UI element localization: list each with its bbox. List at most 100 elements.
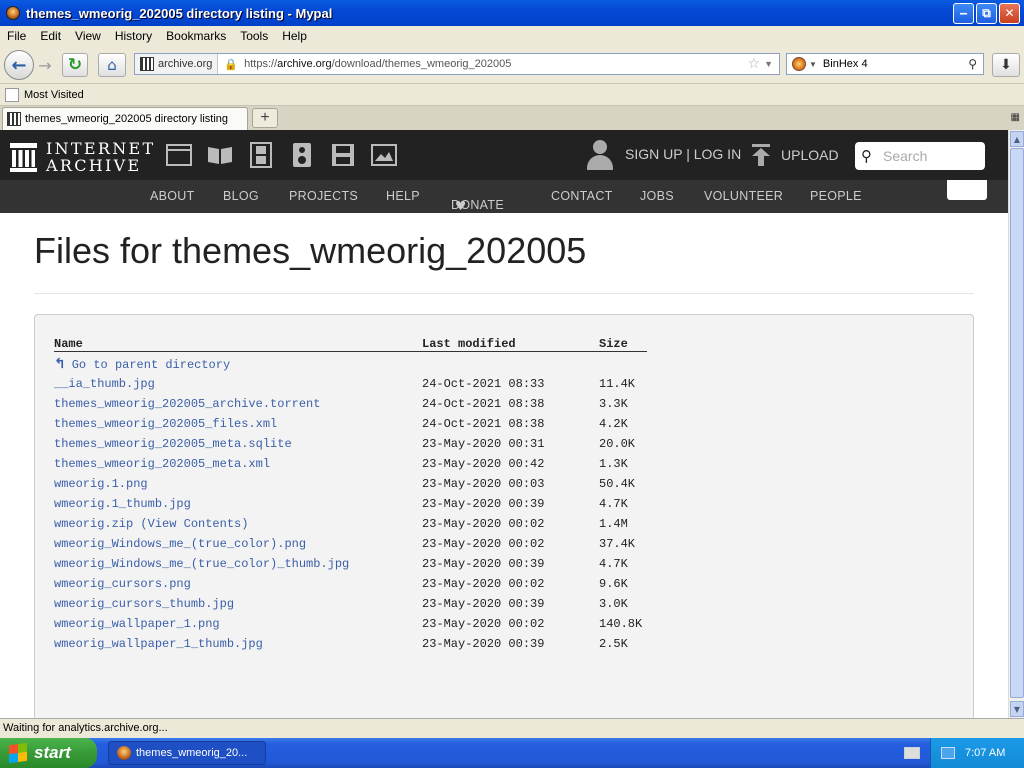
signup-login-link[interactable]: SIGN UP | LOG IN: [625, 146, 741, 162]
file-link[interactable]: wmeorig.1_thumb.jpg: [54, 497, 191, 511]
search-icon[interactable]: ⚲: [968, 57, 977, 71]
menu-view[interactable]: View: [68, 29, 108, 43]
avatar-icon[interactable]: [586, 138, 614, 170]
nav-blog[interactable]: BLOG: [223, 189, 259, 203]
table-row: wmeorig_cursors.png 23-May-2020 00:02 9.6K: [54, 574, 647, 594]
ia-search-input[interactable]: Search: [883, 148, 927, 164]
menu-tools[interactable]: Tools: [233, 29, 275, 43]
search-engine-dropdown-icon[interactable]: ▼: [809, 60, 817, 69]
home-button[interactable]: ⌂: [98, 53, 126, 77]
table-row: wmeorig_cursors_thumb.jpg 23-May-2020 00:…: [54, 594, 647, 614]
search-input[interactable]: BinHex 4: [823, 58, 968, 70]
file-size-cell: 3.0K: [599, 597, 628, 611]
nav-jobs[interactable]: JOBS: [640, 189, 674, 203]
images-icon[interactable]: [371, 142, 397, 168]
table-row: themes_wmeorig_202005_archive.torrent 24-…: [54, 394, 647, 414]
close-button[interactable]: ✕: [999, 2, 1020, 24]
vertical-scrollbar[interactable]: ▲ ▼: [1008, 130, 1024, 718]
table-row: wmeorig_Windows_me_(true_color).png 23-Ma…: [54, 534, 647, 554]
archive-favicon-icon: [140, 57, 154, 71]
bookmark-star-icon[interactable]: ☆: [748, 56, 761, 72]
file-link[interactable]: themes_wmeorig_202005_files.xml: [54, 417, 277, 431]
video-icon[interactable]: [248, 142, 274, 168]
texts-icon[interactable]: [207, 142, 233, 168]
menu-history[interactable]: History: [108, 29, 159, 43]
back-button[interactable]: ←: [4, 50, 34, 80]
ia-top-bar: INTERNET ARCHIVE SIGN UP | LOG IN UPLOAD…: [0, 130, 1008, 180]
keyboard-layout-icon[interactable]: [904, 747, 920, 759]
start-button[interactable]: start: [0, 738, 97, 768]
search-bar[interactable]: ▼ BinHex 4 ⚲: [786, 53, 984, 75]
table-row: themes_wmeorig_202005_meta.sqlite 23-May-…: [54, 434, 647, 454]
file-name-cell: __ia_thumb.jpg: [54, 374, 422, 394]
file-name-cell: wmeorig_Windows_me_(true_color)_thumb.jp…: [54, 554, 422, 574]
file-link[interactable]: wmeorig_Windows_me_(true_color)_thumb.jp…: [54, 557, 349, 571]
tab-directory-listing[interactable]: themes_wmeorig_202005 directory listing: [2, 107, 248, 130]
address-bar[interactable]: archive.org 🔒 https://archive.org/downlo…: [134, 53, 780, 75]
url-text[interactable]: https://archive.org/download/themes_wmeo…: [244, 58, 747, 70]
maximize-button[interactable]: ⧉: [976, 2, 997, 24]
parent-directory-link[interactable]: ↰ Go to parent directory: [54, 356, 230, 372]
file-link[interactable]: wmeorig_cursors_thumb.jpg: [54, 597, 234, 611]
file-link[interactable]: __ia_thumb.jpg: [54, 377, 155, 391]
file-link[interactable]: wmeorig_wallpaper_1.png: [54, 617, 220, 631]
file-size-cell: 2.5K: [599, 637, 628, 651]
web-icon[interactable]: [166, 142, 192, 168]
forward-button[interactable]: →: [34, 55, 56, 75]
most-visited-bookmark[interactable]: Most Visited: [24, 89, 84, 101]
search-engine-icon[interactable]: [792, 57, 806, 71]
ia-search-box[interactable]: ⚲ Search: [855, 142, 985, 170]
file-link[interactable]: wmeorig_cursors.png: [54, 577, 191, 591]
nav-projects[interactable]: PROJECTS: [289, 189, 358, 203]
new-tab-button[interactable]: +: [252, 108, 278, 128]
downloads-button[interactable]: ⬇: [992, 53, 1020, 77]
nav-people[interactable]: PEOPLE: [810, 189, 862, 203]
file-name-cell: wmeorig.1.png: [54, 474, 422, 494]
tab-list-icon[interactable]: ▦: [1011, 112, 1020, 123]
url-path: /download/themes_wmeorig_202005: [331, 58, 512, 70]
upload-button[interactable]: UPLOAD: [750, 144, 839, 166]
software-icon[interactable]: [330, 142, 356, 168]
minimize-button[interactable]: ‒: [953, 2, 974, 24]
scroll-down-icon[interactable]: ▼: [1010, 701, 1024, 717]
table-row: wmeorig.zip (View Contents) 23-May-2020 0…: [54, 514, 647, 534]
menu-file[interactable]: File: [0, 29, 33, 43]
site-identity-button[interactable]: archive.org: [135, 54, 219, 74]
table-row: wmeorig.1.png 23-May-2020 00:03 50.4K: [54, 474, 647, 494]
taskbar-item-label: themes_wmeorig_20...: [136, 747, 248, 759]
audio-icon[interactable]: [289, 142, 315, 168]
file-link[interactable]: wmeorig_Windows_me_(true_color).png: [54, 537, 306, 551]
upload-icon: [750, 144, 772, 166]
taskbar-browser-item[interactable]: themes_wmeorig_20...: [108, 741, 266, 765]
network-icon[interactable]: [941, 747, 955, 759]
start-label: start: [34, 743, 71, 762]
file-link[interactable]: themes_wmeorig_202005_meta.sqlite: [54, 437, 292, 451]
nav-about[interactable]: ABOUT: [150, 189, 195, 203]
nav-help[interactable]: HELP: [386, 189, 420, 203]
internet-archive-logo[interactable]: INTERNET ARCHIVE: [10, 140, 155, 174]
clock[interactable]: 7:07 AM: [965, 747, 1005, 759]
nav-volunteer[interactable]: VOLUNTEER: [704, 189, 783, 203]
file-modified-cell: 23-May-2020 00:42: [422, 457, 545, 471]
file-link[interactable]: wmeorig_wallpaper_1_thumb.jpg: [54, 637, 263, 651]
file-size-cell: 4.7K: [599, 557, 628, 571]
window-title: themes_wmeorig_202005 directory listing …: [26, 5, 333, 21]
view-contents-link[interactable]: (View Contents): [133, 517, 248, 531]
url-dropdown-icon[interactable]: ▼: [764, 59, 773, 69]
nav-contact[interactable]: CONTACT: [551, 189, 613, 203]
scroll-thumb[interactable]: [1010, 148, 1024, 698]
most-visited-icon: [5, 87, 19, 102]
file-link[interactable]: wmeorig.1.png: [54, 477, 148, 491]
reload-button[interactable]: ↻: [62, 53, 88, 77]
file-link[interactable]: themes_wmeorig_202005_archive.torrent: [54, 397, 320, 411]
table-row: themes_wmeorig_202005_files.xml 24-Oct-20…: [54, 414, 647, 434]
file-name-cell: wmeorig.zip (View Contents): [54, 514, 422, 534]
user-account-block: SIGN UP | LOG IN: [586, 138, 741, 170]
scroll-up-icon[interactable]: ▲: [1010, 131, 1024, 147]
file-link[interactable]: themes_wmeorig_202005_meta.xml: [54, 457, 270, 471]
file-link[interactable]: wmeorig.zip: [54, 517, 133, 531]
menu-edit[interactable]: Edit: [33, 29, 68, 43]
file-modified-cell: 24-Oct-2021 08:38: [422, 397, 545, 411]
menu-help[interactable]: Help: [275, 29, 314, 43]
menu-bookmarks[interactable]: Bookmarks: [159, 29, 233, 43]
